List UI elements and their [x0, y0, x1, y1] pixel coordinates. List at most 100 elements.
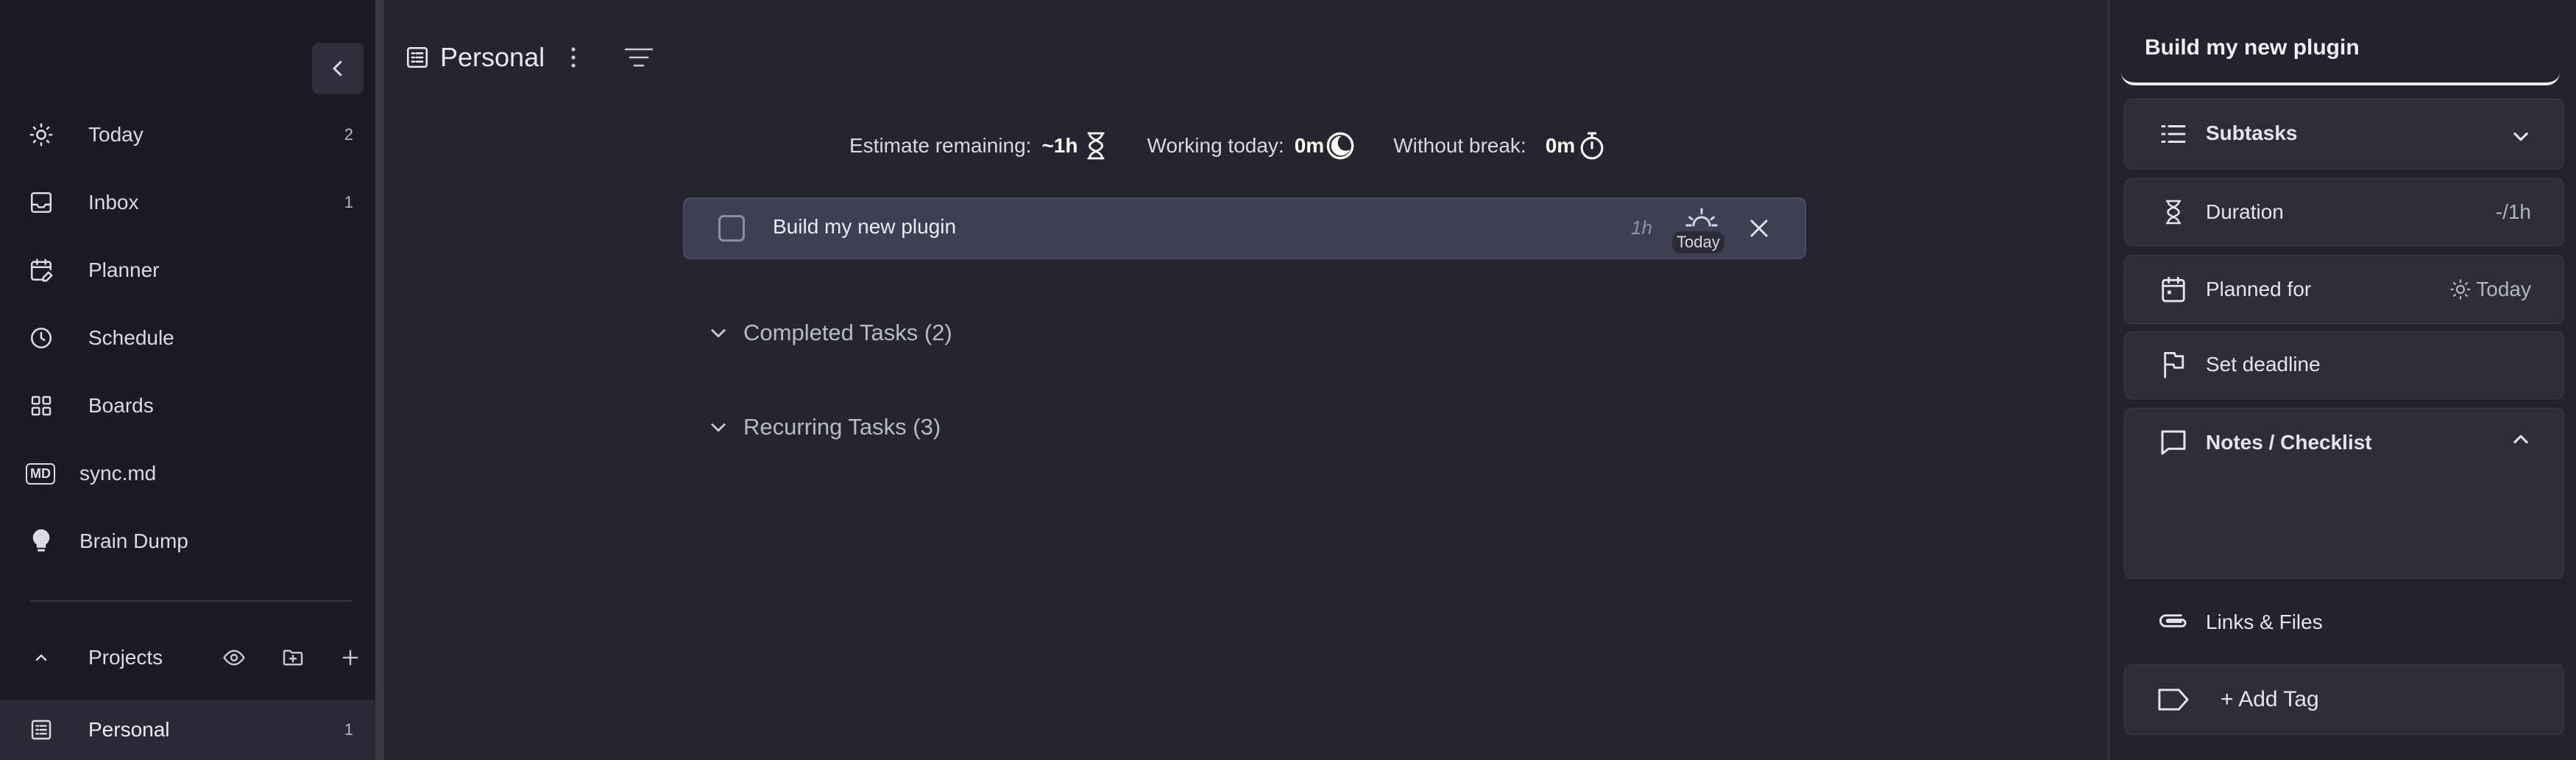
working-today-value: 0m — [1294, 134, 1325, 157]
sidebar-item-count: 1 — [344, 193, 353, 211]
working-today-label: Working today: — [1147, 134, 1284, 157]
clock-icon — [26, 323, 56, 353]
duration-label: Duration — [2206, 200, 2284, 223]
set-deadline-label: Set deadline — [2206, 353, 2321, 376]
duration-value[interactable]: -/1h — [2496, 200, 2531, 224]
estimate-label: Estimate remaining: — [849, 134, 1032, 157]
page-title: Personal — [440, 42, 545, 72]
subtasks-label: Subtasks — [2206, 122, 2298, 144]
project-label: Personal — [88, 718, 170, 741]
completed-tasks-group[interactable]: Completed Tasks (2) — [708, 311, 952, 355]
sidebar-item-label: Inbox — [88, 191, 139, 214]
projects-header: Projects — [0, 632, 375, 683]
paperclip-icon — [2157, 605, 2190, 637]
links-files-label: Links & Files — [2206, 611, 2323, 633]
sidebar-item-count: 2 — [344, 125, 353, 144]
notes-card[interactable]: Notes / Checklist — [2124, 408, 2564, 579]
markdown-badge: MD — [26, 462, 55, 485]
task-row[interactable]: Build my new plugin 1h Today — [684, 199, 1805, 258]
list-document-icon — [26, 715, 56, 745]
chevron-down-icon — [2513, 132, 2528, 141]
detail-title-field[interactable]: Build my new plugin — [2121, 0, 2560, 85]
sidebar-item-schedule[interactable]: Schedule — [0, 312, 375, 364]
inbox-icon — [26, 188, 56, 217]
sidebar-item-label: Planner — [88, 258, 160, 281]
toggle-visibility-button[interactable] — [219, 643, 249, 672]
notes-checklist-label: Notes / Checklist — [2206, 431, 2372, 454]
tag-icon — [2157, 683, 2190, 716]
links-files-card[interactable]: Links & Files — [2124, 586, 2564, 655]
markdown-icon: MD — [24, 459, 57, 488]
planned-for-card[interactable]: Planned for Today — [2124, 255, 2564, 324]
chevron-up-icon — [35, 654, 47, 661]
sidebar-project-personal[interactable]: Personal 1 — [0, 700, 375, 760]
list-document-icon — [405, 45, 430, 70]
chevron-up-icon — [2513, 434, 2528, 444]
eye-icon — [223, 650, 245, 666]
projects-label: Projects — [88, 646, 163, 669]
sidebar-item-planner[interactable]: Planner — [0, 244, 375, 296]
without-break-label: Without break: — [1393, 134, 1526, 157]
chevron-down-icon — [711, 329, 726, 338]
today-badge: Today — [1672, 231, 1724, 253]
collapse-notes-button[interactable] — [2508, 426, 2534, 453]
hourglass-icon — [1083, 131, 1108, 161]
sidebar-item-inbox[interactable]: Inbox 1 — [0, 177, 375, 228]
more-options-button[interactable] — [562, 43, 584, 72]
lightbulb-icon — [26, 527, 56, 556]
collapse-sidebar-button[interactable] — [312, 43, 364, 94]
add-folder-button[interactable] — [278, 643, 308, 672]
sunrise-icon — [1685, 206, 1718, 228]
time-stats: Estimate remaining: ~1h Working today: 0… — [849, 127, 1606, 165]
filter-button[interactable] — [623, 41, 655, 74]
recurring-tasks-label: Recurring Tasks (3) — [743, 414, 941, 440]
recurring-tasks-group[interactable]: Recurring Tasks (3) — [708, 405, 941, 449]
task-detail-panel: Build my new plugin Subtasks Duration -/… — [2108, 0, 2576, 760]
sidebar-item-brain-dump[interactable]: Brain Dump — [0, 516, 375, 567]
filter-icon — [624, 48, 654, 67]
estimate-value: ~1h — [1041, 134, 1078, 157]
without-break-value: 0m — [1545, 134, 1576, 157]
add-tag-label: + Add Tag — [2221, 687, 2319, 711]
task-title[interactable]: Build my new plugin — [773, 215, 956, 239]
close-task-button[interactable] — [1744, 214, 1774, 243]
deadline-card[interactable]: Set deadline — [2124, 331, 2564, 399]
task-checkbox[interactable] — [718, 215, 745, 242]
sun-icon — [2450, 279, 2471, 300]
main-header: Personal — [405, 35, 655, 80]
vertical-dots-icon — [571, 47, 576, 68]
project-count: 1 — [344, 720, 353, 739]
sidebar-item-boards[interactable]: Boards — [0, 380, 375, 432]
sidebar-item-label: Brain Dump — [79, 529, 188, 552]
add-tag-card[interactable]: + Add Tag — [2124, 664, 2564, 735]
subtasks-card[interactable]: Subtasks — [2124, 99, 2564, 169]
close-icon — [1750, 219, 1768, 237]
collapse-projects-button[interactable] — [26, 643, 56, 672]
planned-for-value[interactable]: Today — [2449, 278, 2531, 301]
chevron-left-icon — [333, 60, 342, 77]
duration-card[interactable]: Duration -/1h — [2124, 178, 2564, 246]
detail-title[interactable]: Build my new plugin — [2145, 35, 2360, 60]
sidebar: Today 2 Inbox 1 Planner Schedule Boards … — [0, 0, 384, 760]
sidebar-item-today[interactable]: Today 2 — [0, 109, 375, 161]
add-project-button[interactable] — [336, 643, 365, 672]
flag-icon — [2157, 348, 2190, 381]
moon-clock-icon — [1326, 131, 1355, 161]
sidebar-item-label: sync.md — [79, 462, 157, 485]
expand-subtasks-button[interactable] — [2508, 123, 2534, 149]
sidebar-item-label: Schedule — [88, 326, 174, 349]
list-icon — [2157, 118, 2190, 150]
calendar-edit-icon — [26, 256, 56, 285]
sidebar-item-label: Boards — [88, 394, 154, 417]
folder-plus-icon — [283, 650, 303, 666]
speech-bubble-icon — [2157, 426, 2190, 459]
hourglass-icon — [2157, 196, 2190, 228]
completed-tasks-label: Completed Tasks (2) — [743, 320, 952, 345]
sidebar-divider — [29, 600, 352, 602]
sidebar-item-sync-md[interactable]: MD sync.md — [0, 448, 375, 499]
task-planned-today[interactable]: Today — [1671, 206, 1730, 253]
planned-for-label: Planned for — [2206, 278, 2312, 300]
main-content: Personal Estimate remaining: ~1h Working… — [384, 0, 2108, 760]
plus-icon — [342, 650, 358, 666]
planned-for-text: Today — [2476, 278, 2531, 300]
